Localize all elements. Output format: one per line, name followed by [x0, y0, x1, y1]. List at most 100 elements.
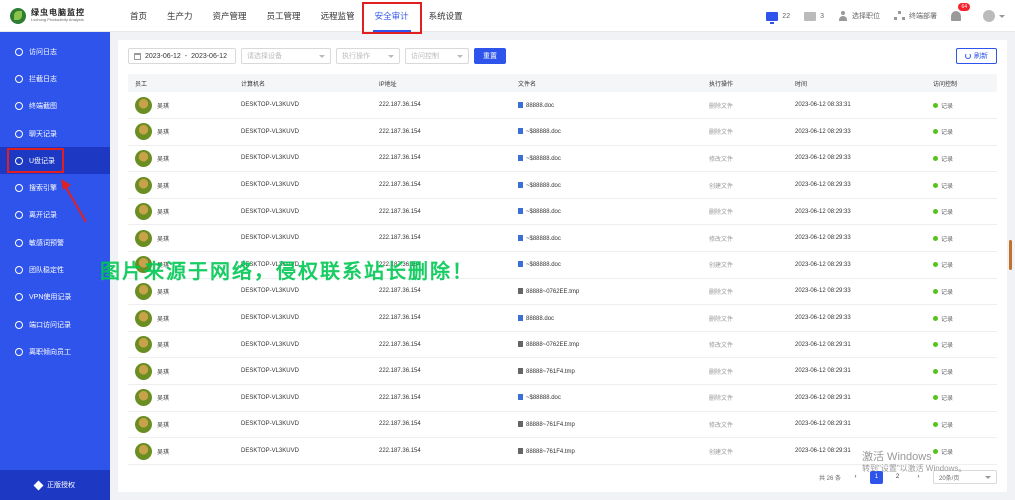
employee-name[interactable]: 吴琪	[157, 420, 169, 429]
sidebar-item-chat[interactable]: 聊天记录	[0, 120, 110, 147]
sidebar-item-search-engine[interactable]: 搜索引擎	[0, 174, 110, 201]
cell-time: 2023-06-12 08:29:33	[788, 224, 926, 253]
col-computer[interactable]: 计算机名	[234, 74, 372, 92]
header-tools: 22 3 选择职位 终端部署 64	[766, 0, 1005, 32]
globe-icon	[15, 47, 23, 56]
avatar	[135, 389, 152, 407]
nav-settings[interactable]: 系统设置	[419, 0, 473, 32]
table-row[interactable]: 吴琪 DESKTOP-VL3KUVD 222.187.36.154 ~$88888.d…	[128, 198, 997, 226]
table-row[interactable]: 吴琪 DESKTOP-VL3KUVD 222.187.36.154 ~$88888.d…	[128, 118, 997, 146]
search-icon	[15, 184, 23, 193]
sidebar-item-leave-record[interactable]: 离开记录	[0, 202, 110, 229]
terminal-deploy[interactable]: 终端部署	[894, 11, 937, 21]
sidebar-item-block-log[interactable]: 拦截日志	[0, 65, 110, 92]
col-filename[interactable]: 文件名	[511, 74, 702, 92]
online-devices[interactable]: 22	[766, 11, 790, 24]
avatar	[135, 442, 152, 460]
cell-time: 2023-06-12 08:29:31	[788, 357, 926, 386]
employee-name[interactable]: 吴琪	[157, 181, 169, 190]
cell-time: 2023-06-12 08:29:33	[788, 198, 926, 226]
cell-ip: 222.187.36.154	[372, 118, 511, 146]
employee-name[interactable]: 吴琪	[157, 367, 169, 376]
brand-logo[interactable]: 绿虫电脑监控 Lvchong Productivity Analysis	[0, 0, 110, 32]
employee-name[interactable]: 吴琪	[157, 447, 169, 456]
cell-filename: 88888~0762EE.tmp	[511, 278, 702, 306]
cell-filename: ~$88888.doc	[511, 251, 702, 279]
cell-access-control: 记录	[926, 304, 997, 332]
col-employee[interactable]: 员工	[128, 74, 234, 92]
employee-name[interactable]: 吴琪	[157, 101, 169, 110]
file-doc-icon	[518, 208, 523, 215]
nav-home[interactable]: 首页	[120, 0, 157, 32]
sidebar-item-access-log[interactable]: 访问日志	[0, 38, 110, 65]
user-menu[interactable]	[983, 10, 1005, 22]
sidebar-item-screenshots[interactable]: 终端截图	[0, 93, 110, 120]
nav-productivity[interactable]: 生产力	[157, 0, 203, 32]
employee-name[interactable]: 吴琪	[157, 154, 169, 163]
status-dot-icon	[933, 315, 938, 321]
sidebar-item-usb-record[interactable]: U盘记录	[0, 147, 110, 175]
team-icon	[15, 266, 23, 275]
employee-name[interactable]: 吴琪	[157, 234, 169, 243]
chevron-down-icon	[999, 14, 1005, 18]
employee-name[interactable]: 吴琪	[157, 340, 169, 349]
operation-select[interactable]: 执行操作	[336, 48, 400, 64]
nav-remote[interactable]: 远程监管	[311, 0, 365, 32]
col-operation[interactable]: 执行操作	[702, 74, 788, 92]
file-tmp-icon	[518, 367, 523, 374]
device-select[interactable]: 请选择设备	[241, 48, 331, 64]
sidebar-item-team-stability[interactable]: 团队稳定性	[0, 256, 110, 283]
cell-operation: 创建文件	[702, 251, 788, 279]
table-row[interactable]: 吴琪 DESKTOP-VL3KUVD 222.187.36.154 88888~761…	[128, 357, 997, 386]
status-dot-icon	[933, 421, 938, 427]
avatar	[135, 123, 152, 141]
avatar	[135, 415, 152, 433]
refresh-icon	[965, 53, 971, 59]
notifications[interactable]: 64	[951, 3, 970, 21]
scrollbar-thumb[interactable]	[1009, 240, 1012, 270]
license-button[interactable]: 正版授权	[0, 470, 110, 500]
file-doc-icon	[518, 128, 523, 135]
table-row[interactable]: 吴琪 DESKTOP-VL3KUVD 222.187.36.154 ~$88888.d…	[128, 224, 997, 253]
status-dot-icon	[933, 262, 938, 268]
employee-name[interactable]: 吴琪	[157, 314, 169, 323]
avatar	[983, 10, 995, 22]
table-row[interactable]: 吴琪 DESKTOP-VL3KUVD 222.187.36.154 ~$88888.d…	[128, 384, 997, 412]
table-row[interactable]: 吴琪 DESKTOP-VL3KUVD 222.187.36.154 ~$88888.d…	[128, 171, 997, 199]
col-ip[interactable]: IP地址	[372, 74, 511, 92]
reset-button[interactable]: 重置	[474, 48, 506, 64]
table-row[interactable]: 吴琪 DESKTOP-VL3KUVD 222.187.36.154 88888~076…	[128, 331, 997, 359]
employee-name[interactable]: 吴琪	[157, 207, 169, 216]
cell-filename: 88888~761F4.tmp	[511, 411, 702, 439]
cell-ip: 222.187.36.154	[372, 171, 511, 199]
table-row[interactable]: 吴琪 DESKTOP-VL3KUVD 222.187.36.154 ~$88888.d…	[128, 145, 997, 173]
sidebar-item-vpn[interactable]: VPN使用记录	[0, 284, 110, 311]
nav-employees[interactable]: 员工管理	[257, 0, 311, 32]
col-access-control[interactable]: 访问控制	[926, 74, 997, 92]
table-row[interactable]: 吴琪 DESKTOP-VL3KUVD 222.187.36.154 88888.doc…	[128, 92, 997, 120]
date-range-picker[interactable]: 2023-06-12 - 2023-06-12	[128, 48, 236, 64]
select-position[interactable]: 选择职位	[838, 11, 880, 21]
status-dot-icon	[933, 395, 938, 401]
offline-devices[interactable]: 3	[804, 11, 824, 21]
table-row[interactable]: 吴琪 DESKTOP-VL3KUVD 222.187.36.154 88888.doc…	[128, 304, 997, 332]
cell-access-control: 记录	[926, 384, 997, 412]
prev-page-icon[interactable]: ‹	[849, 471, 862, 484]
employee-name[interactable]: 吴琪	[157, 393, 169, 402]
table-row[interactable]: 吴琪 DESKTOP-VL3KUVD 222.187.36.154 88888~761…	[128, 411, 997, 439]
file-tmp-icon	[518, 420, 523, 427]
cell-access-control: 记录	[926, 118, 997, 146]
nav-security-audit[interactable]: 安全审计	[361, 0, 422, 34]
avatar	[135, 203, 152, 221]
col-time[interactable]: 时间	[788, 74, 926, 92]
employee-name[interactable]: 吴琪	[157, 287, 169, 296]
screenshot-icon	[15, 102, 23, 111]
nav-assets[interactable]: 资产管理	[203, 0, 257, 32]
sidebar-item-port-access[interactable]: 端口访问记录	[0, 311, 110, 338]
sidebar-item-sensitive-words[interactable]: 敏感词预警	[0, 229, 110, 256]
refresh-button[interactable]: 刷新	[956, 48, 997, 64]
sidebar-item-resign-tendency[interactable]: 离职倾向员工	[0, 338, 110, 365]
access-control-select[interactable]: 访问控制	[405, 48, 469, 64]
cell-computer: DESKTOP-VL3KUVD	[234, 304, 372, 332]
employee-name[interactable]: 吴琪	[157, 127, 169, 136]
